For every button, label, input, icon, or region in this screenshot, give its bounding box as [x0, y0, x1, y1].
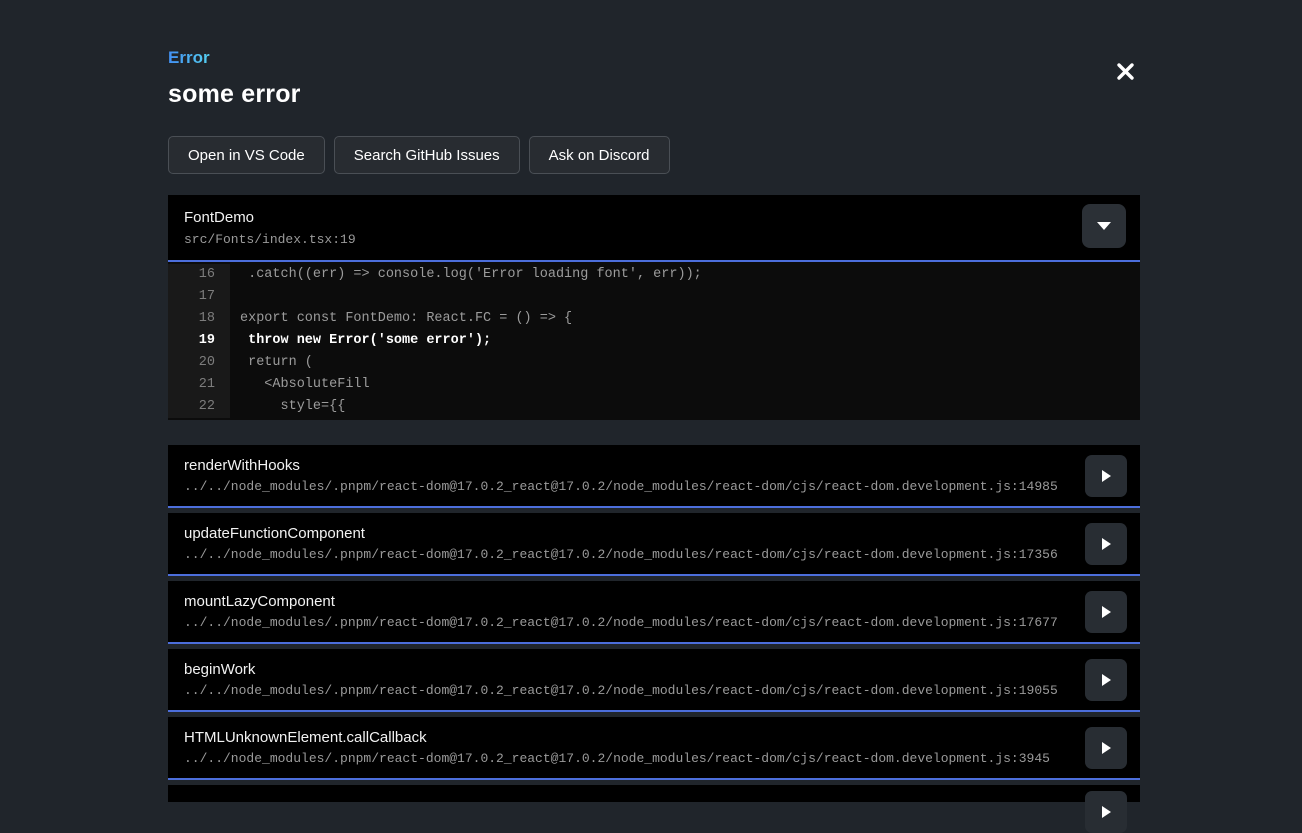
collapse-frame-button[interactable]	[1082, 204, 1126, 248]
stack-frame-function: renderWithHooks	[184, 457, 1070, 474]
line-number: 19	[168, 330, 230, 352]
stack-frame-location: ../../node_modules/.pnpm/react-dom@17.0.…	[184, 683, 1070, 698]
expand-frame-button[interactable]	[1085, 591, 1127, 633]
code-text: <AbsoluteFill	[230, 374, 370, 396]
code-line: 21 <AbsoluteFill	[168, 374, 1140, 396]
line-number: 22	[168, 396, 230, 418]
stack-frame-location: ../../node_modules/.pnpm/react-dom@17.0.…	[184, 751, 1070, 766]
line-number: 16	[168, 264, 230, 286]
play-icon	[1102, 606, 1111, 618]
error-message-title: some error	[168, 80, 1140, 109]
source-frame-function: FontDemo	[184, 209, 1124, 226]
play-icon	[1102, 806, 1111, 818]
code-line-highlighted: 19 throw new Error('some error');	[168, 330, 1140, 352]
stack-frame-location: ../../node_modules/.pnpm/react-dom@17.0.…	[184, 547, 1070, 562]
stack-frame-updateFunctionComponent[interactable]: updateFunctionComponent ../../node_modul…	[168, 513, 1140, 576]
play-icon	[1102, 742, 1111, 754]
code-line: 22 style={{	[168, 396, 1140, 418]
code-line: 17	[168, 286, 1140, 308]
play-icon	[1102, 538, 1111, 550]
source-frame-location: src/Fonts/index.tsx:19	[184, 232, 1124, 247]
open-in-vscode-button[interactable]: Open in VS Code	[168, 136, 325, 174]
code-line: 20 return (	[168, 352, 1140, 374]
code-text	[230, 286, 240, 308]
expand-frame-button[interactable]	[1085, 791, 1127, 833]
stack-frame-function: mountLazyComponent	[184, 593, 1070, 610]
code-snippet: 16 .catch((err) => console.log('Error lo…	[168, 262, 1140, 420]
expand-frame-button[interactable]	[1085, 727, 1127, 769]
code-text: return (	[230, 352, 313, 374]
line-number: 20	[168, 352, 230, 374]
stack-frame-callCallback[interactable]: HTMLUnknownElement.callCallback ../../no…	[168, 717, 1140, 780]
code-text: style={{	[230, 396, 345, 418]
code-line: 18export const FontDemo: React.FC = () =…	[168, 308, 1140, 330]
line-number: 21	[168, 374, 230, 396]
expand-frame-button[interactable]	[1085, 659, 1127, 701]
stack-frame-renderWithHooks[interactable]: renderWithHooks ../../node_modules/.pnpm…	[168, 445, 1140, 508]
action-buttons-row: Open in VS Code Search GitHub Issues Ask…	[168, 136, 1140, 174]
stack-frame-partial[interactable]	[168, 785, 1140, 802]
line-number: 17	[168, 286, 230, 308]
expand-frame-button[interactable]	[1085, 455, 1127, 497]
stack-frame-location: ../../node_modules/.pnpm/react-dom@17.0.…	[184, 479, 1070, 494]
source-frame-card: FontDemo src/Fonts/index.tsx:19	[168, 195, 1140, 262]
stack-frame-function: HTMLUnknownElement.callCallback	[184, 729, 1070, 746]
stack-frame-beginWork[interactable]: beginWork ../../node_modules/.pnpm/react…	[168, 649, 1140, 712]
play-icon	[1102, 674, 1111, 686]
error-type-label: Error	[168, 48, 210, 68]
stack-frame-location: ../../node_modules/.pnpm/react-dom@17.0.…	[184, 615, 1070, 630]
stack-frame-function: beginWork	[184, 661, 1070, 678]
code-text: export const FontDemo: React.FC = () => …	[230, 308, 572, 330]
chevron-down-icon	[1097, 222, 1111, 230]
stack-frame-list: renderWithHooks ../../node_modules/.pnpm…	[168, 445, 1140, 802]
code-text: .catch((err) => console.log('Error loadi…	[230, 264, 702, 286]
play-icon	[1102, 470, 1111, 482]
search-github-issues-button[interactable]: Search GitHub Issues	[334, 136, 520, 174]
stack-frame-mountLazyComponent[interactable]: mountLazyComponent ../../node_modules/.p…	[168, 581, 1140, 644]
ask-on-discord-button[interactable]: Ask on Discord	[529, 136, 670, 174]
stack-frame-function: updateFunctionComponent	[184, 525, 1070, 542]
expand-frame-button[interactable]	[1085, 523, 1127, 565]
error-overlay: Error some error Open in VS Code Search …	[0, 0, 1302, 776]
code-text: throw new Error('some error');	[230, 330, 491, 352]
code-line: 16 .catch((err) => console.log('Error lo…	[168, 264, 1140, 286]
line-number: 18	[168, 308, 230, 330]
